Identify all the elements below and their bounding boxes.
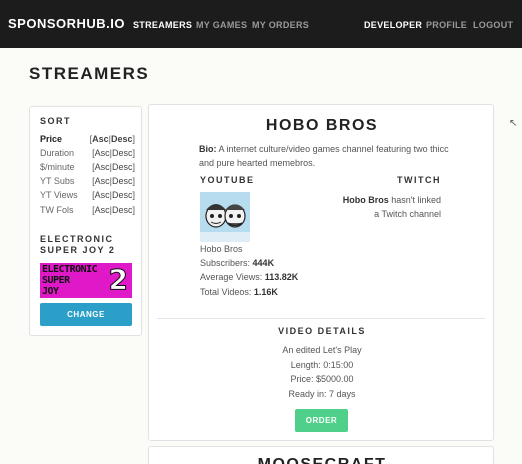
top-navbar: SPONSORHUB.IO STREAMERS MY GAMES MY ORDE… [0,0,522,48]
avg-views-stat: Average Views: 113.82K [200,272,298,282]
sort-row-tw-fols: TW Fols [Asc|Desc] [40,205,135,215]
sort-label: Duration [40,148,75,158]
sort-label: YT Subs [40,176,75,186]
twitch-msg-1: hasn't linked [391,195,441,205]
nav-logout[interactable]: LOGOUT [473,20,513,30]
sort-row-price: Price [Asc|Desc] [40,134,135,144]
game-heading-line1: ELECTRONIC [40,234,114,244]
sort-label: YT Views [40,190,78,200]
total-videos-stat: Total Videos: 1.16K [200,287,278,297]
bio-label: Bio: [199,144,217,154]
sort-row-duration: Duration [Asc|Desc] [40,148,135,158]
streamer-bio: Bio: A internet culture/video games chan… [199,142,449,170]
page-title: STREAMERS [29,64,150,83]
twitch-msg-2: a Twitch channel [374,209,441,219]
mouse-cursor-icon: ↖ [509,118,518,129]
sort-asc-link[interactable]: Asc [95,148,110,158]
streamer-name: MOOSECRAFT [149,456,495,464]
sort-row-per-minute: $/minute [Asc|Desc] [40,162,135,172]
streamer-card: HOBO BROS Bio: A internet culture/video … [148,104,494,441]
sort-desc-link[interactable]: Desc [112,176,133,186]
sort-desc-link[interactable]: Desc [111,134,133,144]
game-art-text: JOY [42,286,59,297]
game-cover-image: ELECTRONIC SUPER JOY 2 [40,263,132,298]
youtube-heading: YOUTUBE [200,175,255,185]
sort-label: $/minute [40,162,75,172]
twitch-streamer-name: Hobo Bros [342,195,389,205]
nav-my-orders[interactable]: MY ORDERS [252,20,309,30]
sort-asc-link[interactable]: Asc [95,205,110,215]
sort-desc-link[interactable]: Desc [112,148,133,158]
subscribers-stat: Subscribers: 444K [200,258,274,268]
video-type: An edited Let's Play [282,345,362,355]
sort-heading: SORT [40,116,72,126]
stat-value: 444K [252,258,275,268]
channel-name[interactable]: Hobo Bros [200,244,243,254]
stat-label: Subscribers: [200,258,251,268]
brand-logo[interactable]: SPONSORHUB.IO [8,16,125,31]
stat-label: Average Views: [200,272,263,282]
stat-label: Total Videos: [200,287,252,297]
video-length: Length: 0:15:00 [290,360,354,370]
sort-label: Price [40,134,63,144]
sort-asc-link[interactable]: Asc [95,176,110,186]
streamer-name: HOBO BROS [265,117,379,134]
sort-row-yt-views: YT Views [Asc|Desc] [40,190,135,200]
video-details-heading: VIDEO DETAILS [278,326,366,336]
nav-developer[interactable]: DEVELOPER [364,20,422,30]
sidebar-panel: SORT Price [Asc|Desc] Duration [Asc|Desc… [29,106,142,336]
sort-desc-link[interactable]: Desc [112,190,133,200]
order-button[interactable]: ORDER [295,409,348,432]
bio-text: A internet culture/video games channel f… [199,144,449,168]
game-art-text: ELECTRONIC [42,264,98,275]
sort-desc-link[interactable]: Desc [112,205,133,215]
change-game-button[interactable]: CHANGE [40,303,132,326]
game-heading-line2: SUPER JOY 2 [40,245,116,255]
stat-value: 113.82K [264,272,299,282]
section-divider [157,318,485,319]
game-art-number: 2 [108,263,129,296]
sort-asc-link[interactable]: Asc [92,134,109,144]
twitch-not-linked-message: Hobo Bros hasn't linked a Twitch channel [311,193,441,221]
hobo-bros-avatar-icon [200,192,250,242]
video-price: Price: $5000.00 [290,374,354,384]
next-streamer-card: MOOSECRAFT [148,446,494,464]
nav-streamers[interactable]: STREAMERS [133,20,192,30]
channel-avatar[interactable] [200,192,250,242]
video-ready-time: Ready in: 7 days [288,389,356,399]
stat-value: 1.16K [253,287,278,297]
game-art-text: SUPER [42,275,70,286]
nav-profile[interactable]: PROFILE [426,20,467,30]
sort-asc-link[interactable]: Asc [95,162,110,172]
sort-asc-link[interactable]: Asc [95,190,110,200]
sort-label: TW Fols [40,205,74,215]
twitch-heading: TWITCH [397,175,441,185]
sort-row-yt-subs: YT Subs [Asc|Desc] [40,176,135,186]
sort-desc-link[interactable]: Desc [112,162,133,172]
nav-my-games[interactable]: MY GAMES [196,20,247,30]
